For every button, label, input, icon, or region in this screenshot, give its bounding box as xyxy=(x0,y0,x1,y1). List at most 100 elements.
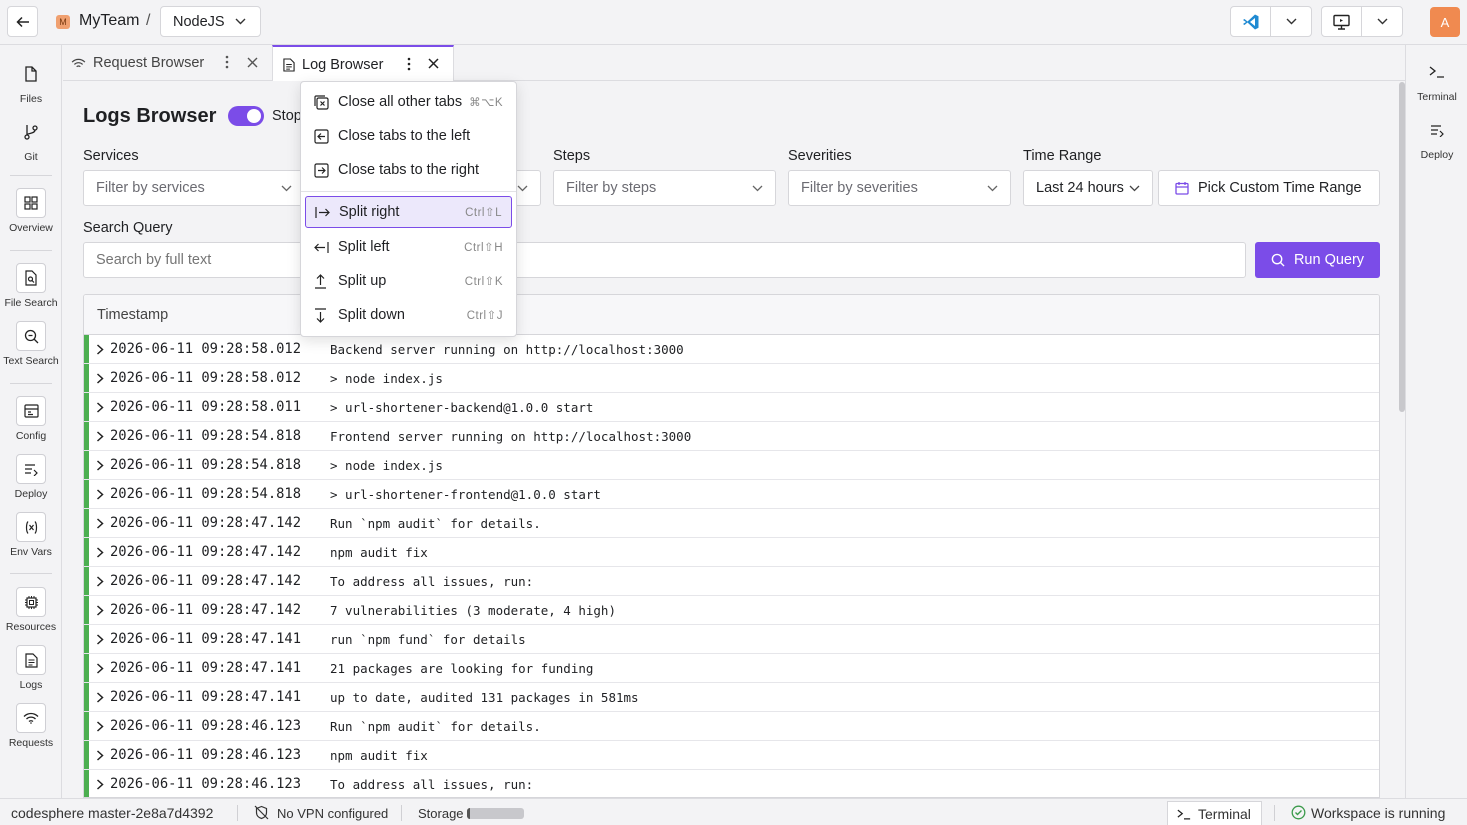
sidebar-item-text-search[interactable]: Text Search xyxy=(0,321,62,367)
steps-select[interactable]: Filter by steps xyxy=(553,170,776,206)
chevron-right-icon[interactable] xyxy=(96,604,110,616)
severities-select[interactable]: Filter by severities xyxy=(788,170,1011,206)
table-row[interactable]: 2026-06-11 09:28:47.142 Run `npm audit` f… xyxy=(84,509,1379,538)
log-timestamp: 2026-06-11 09:28:47.141 xyxy=(110,631,302,647)
sidebar-item-label: File Search xyxy=(4,297,58,309)
sidebar-item-files[interactable]: Files xyxy=(0,59,62,105)
sidebar-item-git[interactable]: Git xyxy=(0,117,62,163)
table-row[interactable]: 2026-06-11 09:28:47.142 npm audit fix xyxy=(84,538,1379,567)
table-row[interactable]: 2026-06-11 09:28:47.142 To address all is… xyxy=(84,567,1379,596)
workspace-id[interactable]: codesphere master-2e8a7d4392 xyxy=(11,805,213,821)
chevron-right-icon[interactable] xyxy=(96,488,110,500)
table-row[interactable]: 2026-06-11 09:28:58.012 > node index.js xyxy=(84,364,1379,393)
chevron-right-icon[interactable] xyxy=(96,575,110,587)
chevron-down-icon xyxy=(752,185,763,192)
chevron-right-icon[interactable] xyxy=(96,749,110,761)
menu-item-split-left[interactable]: Split left Ctrl⇧H xyxy=(305,231,512,263)
table-row[interactable]: 2026-06-11 09:28:47.141 run `npm fund` fo… xyxy=(84,625,1379,654)
split-right-icon xyxy=(315,206,331,219)
status-divider xyxy=(237,805,238,821)
chevron-right-icon[interactable] xyxy=(96,372,110,384)
workspace-select[interactable]: NodeJS xyxy=(160,6,261,37)
deploy-icon xyxy=(16,454,46,484)
open-in-vscode-button[interactable] xyxy=(1231,7,1271,36)
menu-item-split-right[interactable]: Split right Ctrl⇧L xyxy=(305,196,512,228)
search-input[interactable] xyxy=(83,242,1246,278)
sidebar-item-config[interactable]: Config xyxy=(0,396,62,442)
tab-label: Request Browser xyxy=(93,55,205,71)
chevron-right-icon[interactable] xyxy=(96,430,110,442)
chevron-right-icon[interactable] xyxy=(96,720,110,732)
table-row[interactable]: 2026-06-11 09:28:47.141 21 packages are l… xyxy=(84,654,1379,683)
table-row[interactable]: 2026-06-11 09:28:58.011 > url-shortener-b… xyxy=(84,393,1379,422)
table-row[interactable]: 2026-06-11 09:28:58.012 Backend server ru… xyxy=(84,335,1379,364)
open-preview-button[interactable] xyxy=(1322,7,1362,36)
table-row[interactable]: 2026-06-11 09:28:46.123 To address all is… xyxy=(84,770,1379,797)
sidebar-item-requests[interactable]: Requests xyxy=(0,703,62,749)
scrollbar-thumb[interactable] xyxy=(1399,82,1405,412)
services-select[interactable]: Filter by services xyxy=(83,170,305,206)
menu-item-close-tabs-right[interactable]: Close tabs to the right xyxy=(305,154,512,186)
services-label: Services xyxy=(83,148,139,164)
sidebar-item-logs[interactable]: Logs xyxy=(0,645,62,691)
close-icon[interactable] xyxy=(428,58,439,69)
chevron-right-icon[interactable] xyxy=(96,662,110,674)
sidebar-item-deploy-right[interactable]: Deploy xyxy=(1406,115,1467,161)
sidebar-item-label: Files xyxy=(19,93,43,105)
tab-more-icon[interactable] xyxy=(407,57,411,71)
table-row[interactable]: 2026-06-11 09:28:46.123 Run `npm audit` f… xyxy=(84,712,1379,741)
avatar[interactable]: A xyxy=(1430,7,1460,37)
menu-item-split-down[interactable]: Split down Ctrl⇧J xyxy=(305,299,512,331)
tab-log-browser[interactable]: Log Browser xyxy=(272,45,454,82)
close-left-icon xyxy=(314,128,330,144)
chevron-right-icon[interactable] xyxy=(96,633,110,645)
menu-item-label: Split left xyxy=(338,239,390,255)
chevron-right-icon[interactable] xyxy=(96,778,110,790)
sidebar-item-env-vars[interactable]: Env Vars xyxy=(0,512,62,558)
back-button[interactable] xyxy=(7,6,38,37)
table-row[interactable]: 2026-06-11 09:28:46.123 npm audit fix xyxy=(84,741,1379,770)
chevron-right-icon[interactable] xyxy=(96,517,110,529)
preview-dropdown-button[interactable] xyxy=(1362,7,1402,36)
menu-item-split-up[interactable]: Split up Ctrl⇧K xyxy=(305,265,512,297)
chevron-right-icon[interactable] xyxy=(96,401,110,413)
sidebar-item-resources[interactable]: Resources xyxy=(0,587,62,633)
chevron-right-icon[interactable] xyxy=(96,691,110,703)
time-range-select[interactable]: Last 24 hours xyxy=(1023,170,1153,206)
sidebar-item-overview[interactable]: Overview xyxy=(0,188,62,234)
table-row[interactable]: 2026-06-11 09:28:54.818 Frontend server r… xyxy=(84,422,1379,451)
team-logo: M xyxy=(56,15,70,29)
table-row[interactable]: 2026-06-11 09:28:54.818 > url-shortener-f… xyxy=(84,480,1379,509)
team-name[interactable]: MyTeam xyxy=(79,12,139,30)
env-vars-icon xyxy=(16,512,46,542)
vpn-status[interactable]: No VPN configured xyxy=(277,806,388,821)
menu-item-close-tabs-left[interactable]: Close tabs to the left xyxy=(305,120,512,152)
sidebar-item-file-search[interactable]: File Search xyxy=(0,263,62,309)
chevron-right-icon[interactable] xyxy=(96,459,110,471)
log-message: To address all issues, run: xyxy=(330,573,534,589)
stop-toggle[interactable] xyxy=(228,106,264,126)
menu-item-close-all-other-tabs[interactable]: Close all other tabs ⌘⌥K xyxy=(305,86,512,118)
ide-dropdown-button[interactable] xyxy=(1271,7,1311,36)
pick-custom-time-range-button[interactable]: Pick Custom Time Range xyxy=(1158,170,1380,206)
menu-item-label: Split right xyxy=(339,204,400,220)
status-divider xyxy=(1274,805,1275,821)
table-row[interactable]: 2026-06-11 09:28:54.818 > node index.js xyxy=(84,451,1379,480)
log-message: > node index.js xyxy=(330,457,443,473)
sidebar-item-deploy[interactable]: Deploy xyxy=(0,454,62,500)
tab-more-icon[interactable] xyxy=(225,55,229,69)
sidebar-item-terminal[interactable]: Terminal xyxy=(1406,57,1467,103)
menu-item-label: Close tabs to the left xyxy=(338,128,471,144)
table-row[interactable]: 2026-06-11 09:28:47.142 7 vulnerabilities… xyxy=(84,596,1379,625)
tab-request-browser[interactable]: Request Browser xyxy=(63,45,270,81)
sidebar-divider xyxy=(10,383,52,384)
split-down-icon xyxy=(314,307,330,323)
terminal-button[interactable]: Terminal xyxy=(1167,801,1262,825)
column-header-timestamp[interactable]: Timestamp xyxy=(97,307,168,323)
open-in-ide-group xyxy=(1230,6,1312,37)
table-row[interactable]: 2026-06-11 09:28:47.141 up to date, audit… xyxy=(84,683,1379,712)
run-query-button[interactable]: Run Query xyxy=(1255,242,1380,278)
chevron-right-icon[interactable] xyxy=(96,343,110,355)
close-icon[interactable] xyxy=(247,57,258,68)
chevron-right-icon[interactable] xyxy=(96,546,110,558)
